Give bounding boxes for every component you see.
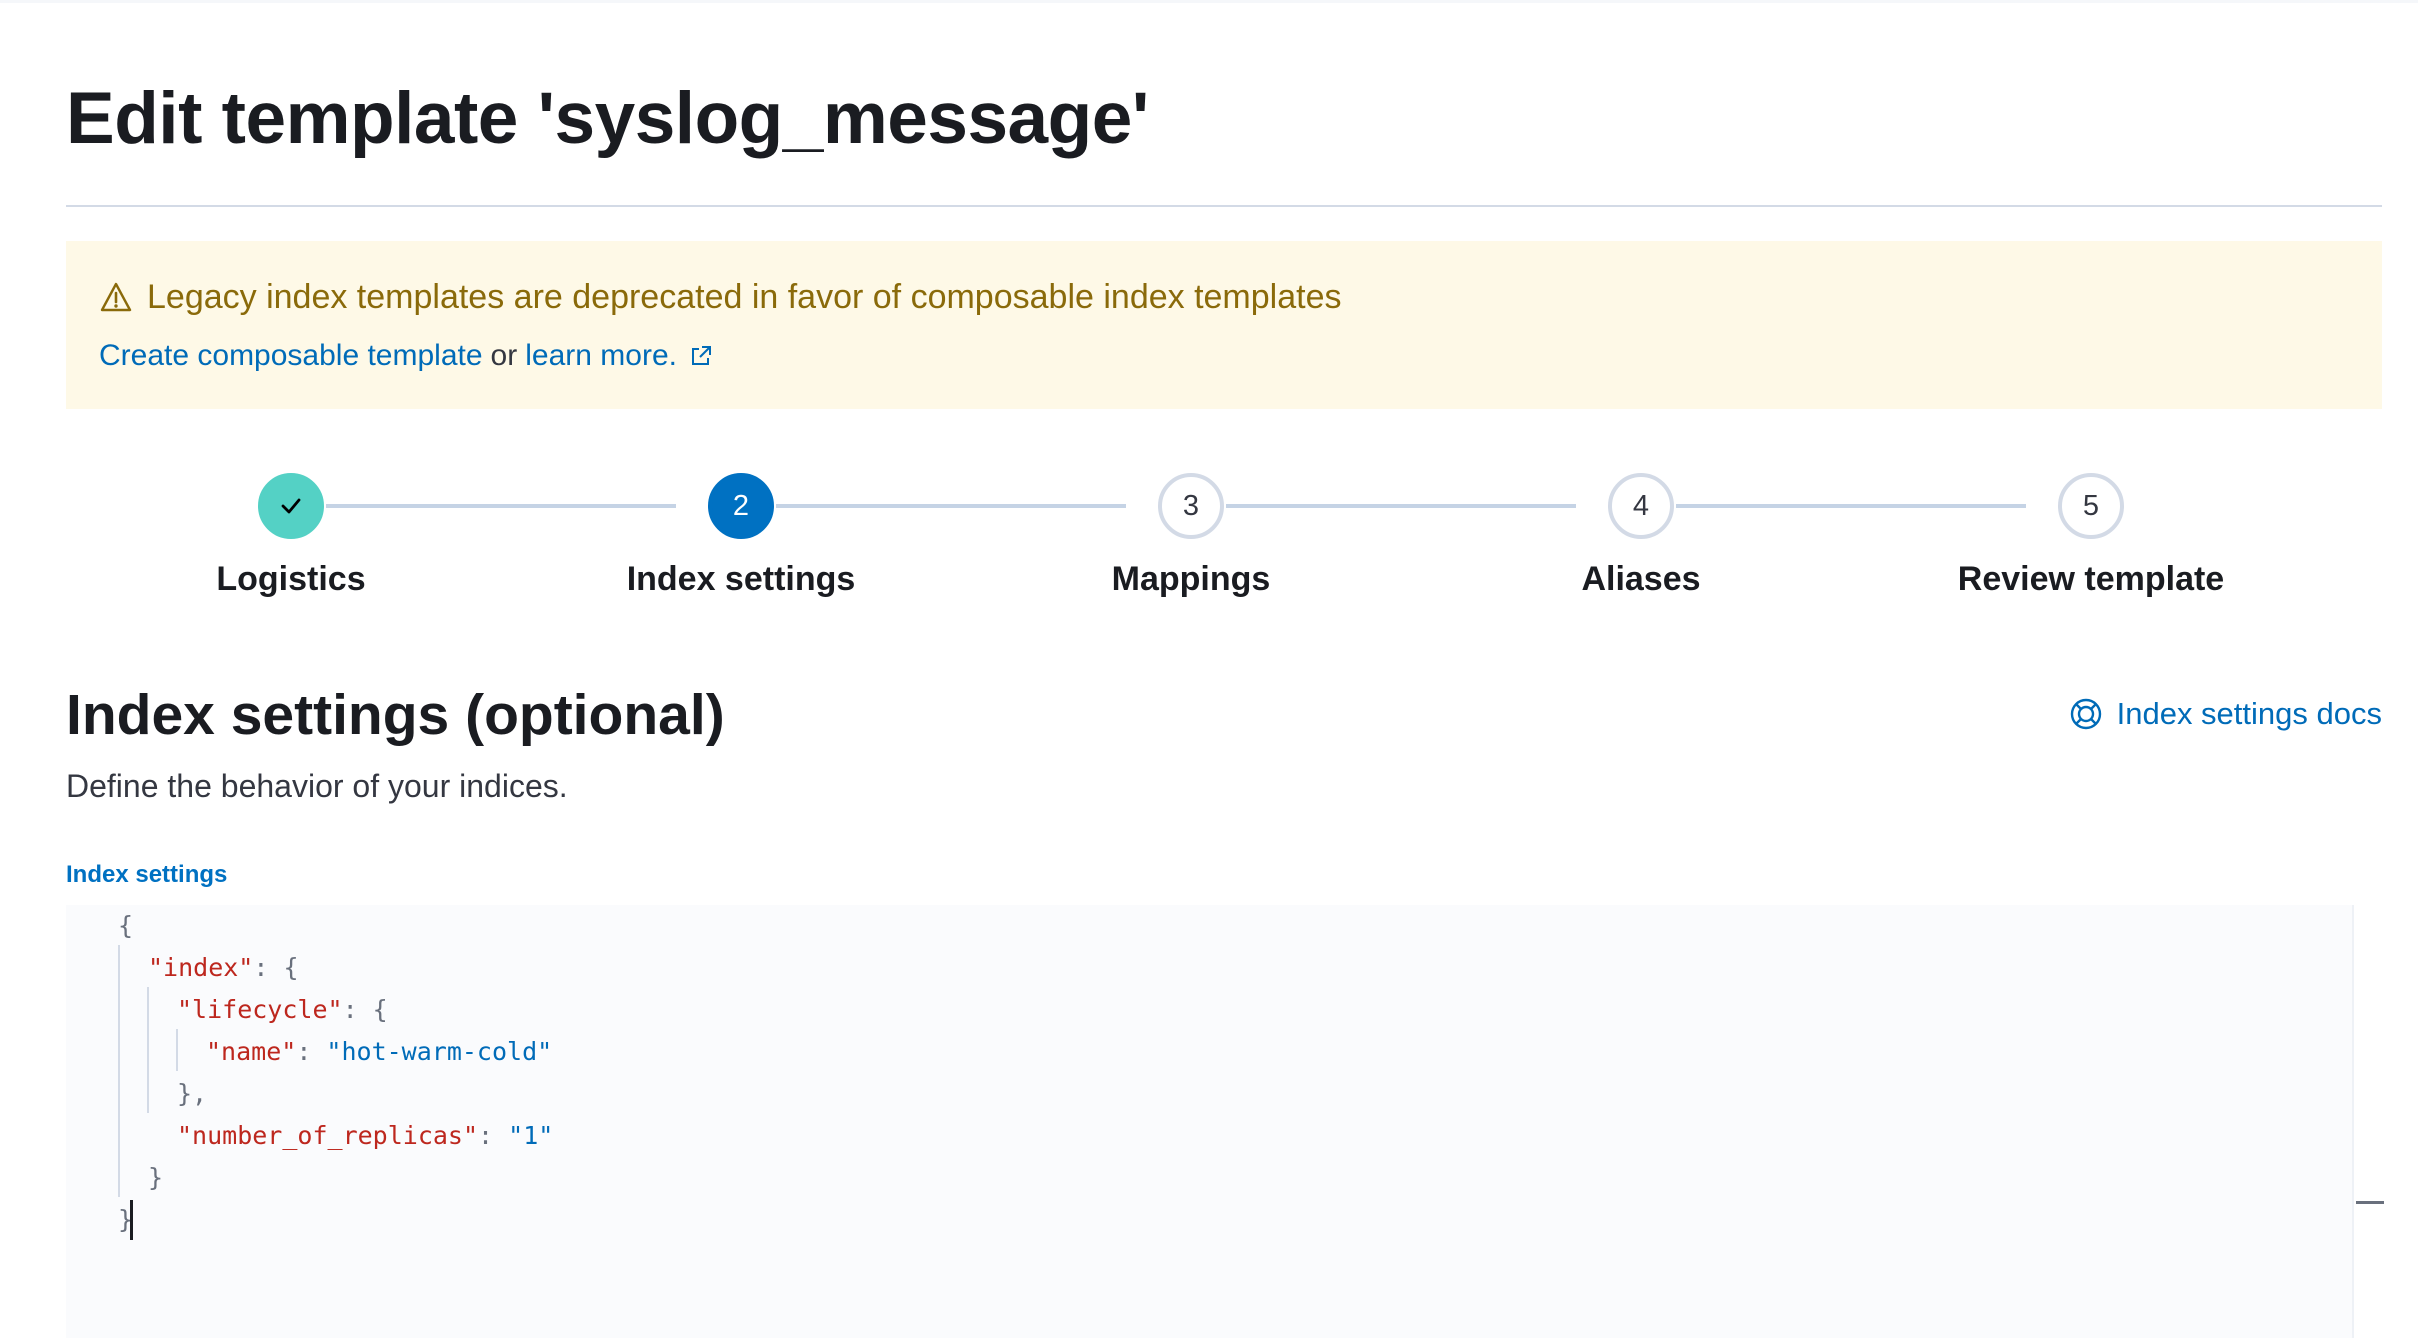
- warning-icon: [100, 282, 132, 312]
- step-number[interactable]: 4: [1608, 473, 1674, 539]
- step-aliases[interactable]: 4 Aliases: [1391, 470, 1891, 601]
- callout-connector: or: [490, 339, 518, 372]
- json-key: "number_of_replicas": [177, 1121, 479, 1150]
- step-index-settings[interactable]: 2 Index settings: [491, 470, 991, 601]
- code-line-2[interactable]: "index": {: [148, 947, 299, 989]
- json-key: "lifecycle": [177, 995, 343, 1024]
- create-composable-template-link[interactable]: Create composable template: [99, 336, 483, 376]
- step-number[interactable]: 5: [2058, 473, 2124, 539]
- deprecation-callout: Legacy index templates are deprecated in…: [66, 241, 2382, 409]
- json-code-editor[interactable]: { "index": { "lifecycle": { "name": "hot…: [66, 905, 2384, 1338]
- code-line-1[interactable]: {: [118, 905, 133, 947]
- code-line-6[interactable]: "number_of_replicas": "1": [177, 1115, 553, 1157]
- external-link-icon[interactable]: [689, 344, 713, 368]
- step-mappings[interactable]: 3 Mappings: [941, 470, 1441, 601]
- lifebuoy-icon: [2070, 698, 2101, 730]
- learn-more-link[interactable]: learn more.: [525, 336, 677, 376]
- index-settings-docs-link[interactable]: Index settings docs: [2068, 694, 2382, 734]
- indent-guide: [176, 1029, 178, 1071]
- page: Edit template 'syslog_message' Legacy in…: [66, 0, 2384, 1338]
- text-cursor: [130, 1200, 133, 1240]
- stepper: Logistics 2 Index settings 3 Mappings 4 …: [66, 470, 2382, 610]
- checkmark-icon: [281, 498, 301, 514]
- title-divider: [66, 205, 2382, 207]
- step-label[interactable]: Review template: [1841, 557, 2341, 601]
- step-label[interactable]: Index settings: [491, 557, 991, 601]
- step-logistics[interactable]: Logistics: [41, 470, 541, 601]
- json-key: "name": [206, 1037, 297, 1066]
- step-number[interactable]: 3: [1158, 473, 1224, 539]
- indent-guide: [147, 987, 149, 1113]
- scrollbar-thumb[interactable]: [2356, 1201, 2384, 1204]
- json-value: "hot-warm-cold": [326, 1037, 553, 1066]
- code-line-7[interactable]: }: [148, 1157, 163, 1199]
- section-title: Index settings (optional): [66, 683, 725, 747]
- editor-scrollbar[interactable]: [2352, 905, 2384, 1338]
- step-label[interactable]: Aliases: [1391, 557, 1891, 601]
- step-number[interactable]: 2: [708, 473, 774, 539]
- code-line-4[interactable]: "name": "hot-warm-cold": [206, 1031, 552, 1073]
- step-label[interactable]: Logistics: [41, 557, 541, 601]
- step-label[interactable]: Mappings: [941, 557, 1441, 601]
- callout-title: Legacy index templates are deprecated in…: [99, 275, 1341, 319]
- page-title: Edit template 'syslog_message': [66, 78, 1149, 159]
- callout-body: Create composable template or learn more…: [99, 336, 713, 376]
- index-settings-label: Index settings: [66, 861, 228, 888]
- code-line-5[interactable]: },: [177, 1073, 207, 1115]
- indent-guide: [118, 945, 120, 1197]
- callout-title-text: Legacy index templates are deprecated in…: [147, 278, 1342, 316]
- code-line-3[interactable]: "lifecycle": {: [177, 989, 388, 1031]
- json-key: "index": [148, 953, 254, 982]
- step-review-template[interactable]: 5 Review template: [1841, 470, 2341, 601]
- docs-link-label[interactable]: Index settings docs: [2117, 694, 2382, 734]
- json-value: "1": [508, 1121, 554, 1150]
- section-description: Define the behavior of your indices.: [66, 768, 568, 804]
- step-complete-indicator[interactable]: [258, 473, 324, 539]
